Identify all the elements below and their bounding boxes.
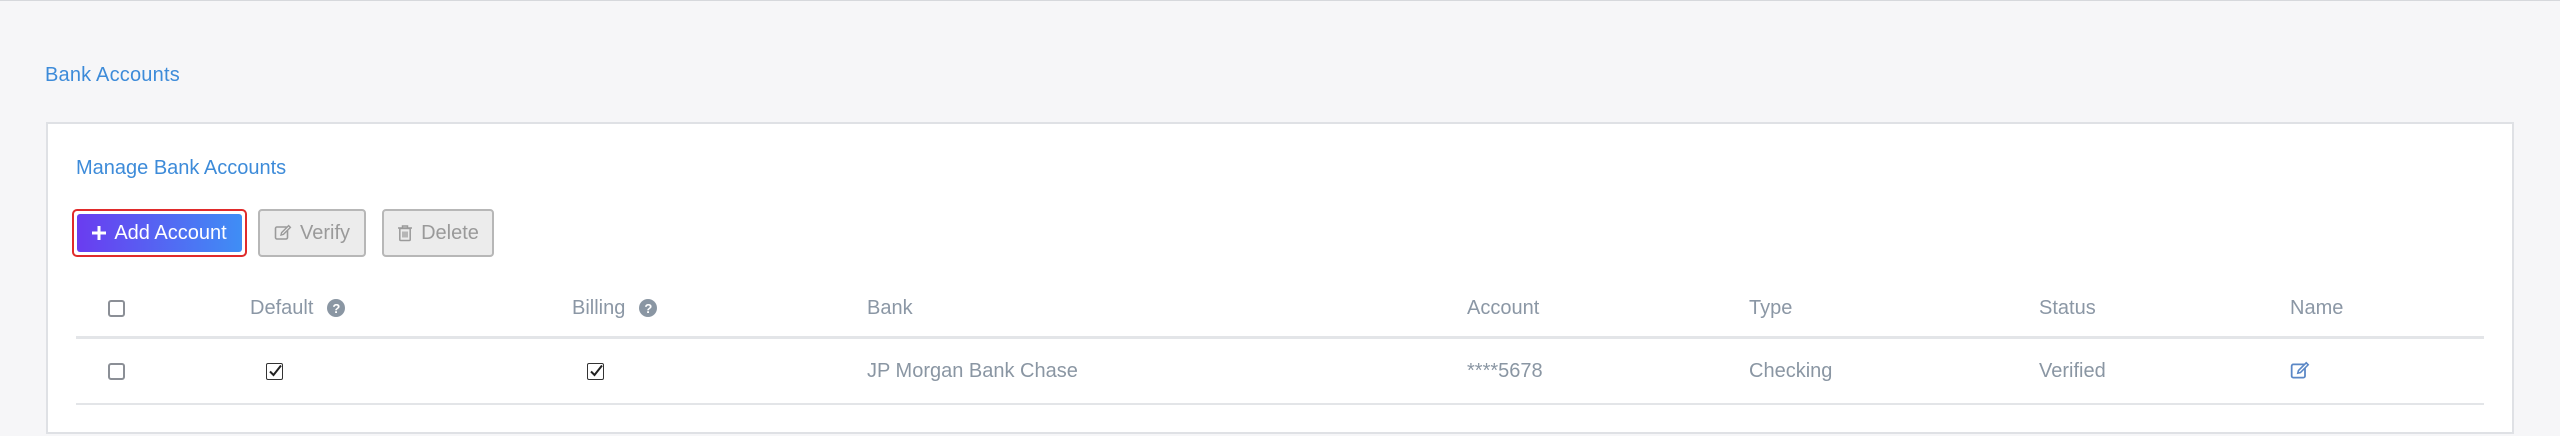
- plus-icon: [92, 226, 107, 240]
- question-icon[interactable]: ?: [639, 299, 658, 317]
- checked-icon: [266, 362, 283, 380]
- delete-label: Delete: [421, 221, 479, 244]
- account-number-cell: ****5678: [1467, 359, 1543, 382]
- header-billing[interactable]: Billing ?: [572, 280, 658, 336]
- add-account-button[interactable]: Add Account: [77, 214, 242, 252]
- add-account-label: Add Account: [114, 221, 227, 244]
- verify-button[interactable]: Verify: [258, 209, 366, 257]
- default-cell: [266, 339, 283, 403]
- trash-icon: [397, 224, 413, 242]
- add-account-highlight: Add Account: [72, 209, 247, 257]
- edit-icon[interactable]: [2290, 361, 2310, 381]
- header-name[interactable]: Name: [2290, 280, 2343, 336]
- row-select-cell: [108, 339, 125, 403]
- checked-icon: [587, 362, 604, 380]
- delete-button[interactable]: Delete: [382, 209, 494, 257]
- billing-cell: [587, 339, 604, 403]
- select-all-checkbox[interactable]: [108, 299, 125, 317]
- bank-accounts-table: Default ? Billing ? Bank Account Type St…: [76, 280, 2484, 405]
- header-type[interactable]: Type: [1749, 280, 1792, 336]
- status-cell: Verified: [2039, 359, 2106, 382]
- header-status[interactable]: Status: [2039, 280, 2096, 336]
- select-all-cell: [108, 280, 125, 336]
- header-bank[interactable]: Bank: [867, 280, 913, 336]
- edit-icon: [274, 224, 292, 242]
- question-icon[interactable]: ?: [327, 299, 346, 317]
- name-edit-cell: [2290, 339, 2310, 403]
- top-divider: [0, 0, 2560, 1]
- panel-title: Manage Bank Accounts: [76, 157, 287, 179]
- header-account[interactable]: Account: [1467, 280, 1539, 336]
- row-select-checkbox[interactable]: [108, 362, 125, 380]
- account-type-cell: Checking: [1749, 359, 1833, 382]
- bank-name-cell: JP Morgan Bank Chase: [867, 359, 1078, 382]
- verify-label: Verify: [299, 221, 351, 244]
- header-default-label: Default: [250, 296, 314, 319]
- header-default[interactable]: Default ?: [250, 280, 346, 336]
- header-billing-label: Billing: [572, 296, 626, 319]
- page-title: Bank Accounts: [45, 64, 180, 86]
- table-header-row: Default ? Billing ? Bank Account Type St…: [76, 280, 2484, 339]
- table-row[interactable]: JP Morgan Bank Chase ****5678 Checking V…: [76, 339, 2484, 405]
